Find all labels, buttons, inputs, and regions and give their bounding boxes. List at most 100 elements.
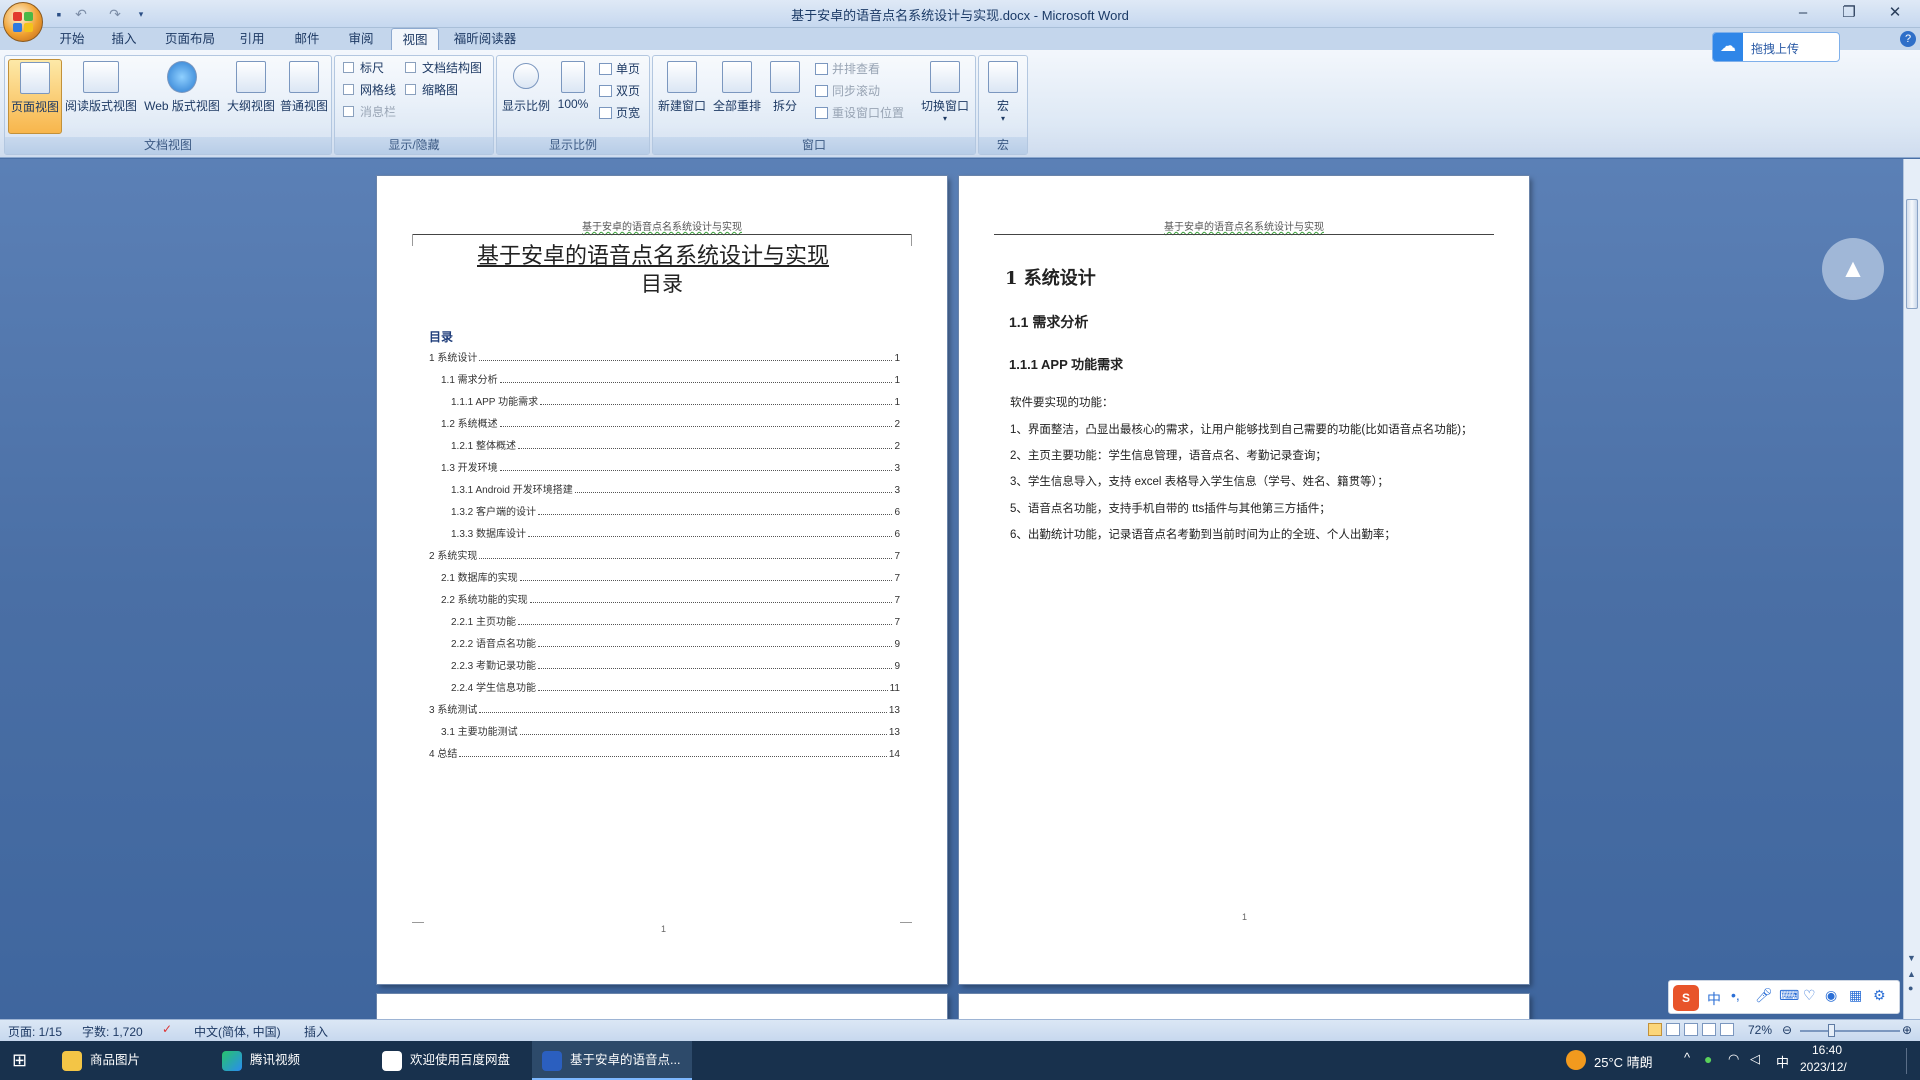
switch-window-button[interactable]: 切换窗口 ▾	[917, 59, 973, 134]
baidu-upload-button[interactable]: ☁ 拖拽上传	[1712, 32, 1840, 62]
taskbar-item-baidu-netdisk[interactable]: 欢迎使用百度网盘	[372, 1041, 527, 1080]
close-button[interactable]: ✕	[1872, 0, 1918, 26]
reset-window-button[interactable]: 重设窗口位置	[815, 103, 904, 123]
game-icon[interactable]: ◉	[1825, 987, 1837, 1004]
floating-assistant-icon[interactable]: ▲	[1822, 238, 1884, 300]
help-icon[interactable]: ?	[1900, 31, 1916, 47]
web-layout-button[interactable]: Web 版式视图	[140, 59, 224, 134]
reading-shortcut-icon[interactable]	[1666, 1023, 1680, 1036]
minimize-button[interactable]: –	[1780, 0, 1826, 26]
windows-start-icon[interactable]: ⊞	[12, 1050, 27, 1071]
toc-entry[interactable]: 1.3.2 客户端的设计 6	[451, 504, 900, 518]
zoom-slider-thumb[interactable]	[1828, 1024, 1835, 1037]
zoom-button[interactable]: 显示比例	[501, 59, 551, 134]
skin-icon[interactable]: ♡	[1803, 987, 1816, 1004]
zoom-100-button[interactable]: 100%	[553, 59, 593, 134]
tab-review[interactable]: 审阅	[337, 28, 385, 50]
split-button[interactable]: 拆分	[765, 59, 805, 134]
outline-shortcut-icon[interactable]	[1702, 1023, 1716, 1036]
zoom-slider[interactable]	[1800, 1030, 1900, 1032]
two-pages-button[interactable]: 双页	[599, 81, 640, 101]
volume-icon[interactable]: ◁	[1750, 1051, 1760, 1067]
page-count[interactable]: 页面: 1/15	[8, 1023, 62, 1040]
prev-page-icon[interactable]: ▲	[1907, 969, 1916, 979]
weather-sun-icon[interactable]	[1566, 1050, 1586, 1070]
toolbox-icon[interactable]: ▦	[1849, 987, 1862, 1004]
print-layout-button[interactable]: 页面视图	[8, 59, 62, 134]
toc-entry[interactable]: 1.2 系统概述 2	[441, 416, 900, 430]
tray-ime-indicator[interactable]: 中	[1776, 1052, 1789, 1071]
tab-home[interactable]: 开始	[48, 28, 96, 50]
scroll-down-icon[interactable]: ▼	[1907, 953, 1916, 963]
clock-time[interactable]: 16:40	[1812, 1043, 1842, 1057]
ime-toolbar[interactable]: S 中 •, 🎤︎ ⌨ ♡ ◉ ▦ ⚙	[1668, 980, 1900, 1014]
tab-view[interactable]: 视图	[391, 28, 439, 50]
toc-entry[interactable]: 1.2.1 整体概述 2	[451, 438, 900, 452]
toc-entry[interactable]: 1.1 需求分析 1	[441, 372, 900, 386]
toc-entry[interactable]: 2.2.2 语音点名功能 9	[451, 636, 900, 650]
browse-object-icon[interactable]: ●	[1908, 983, 1913, 993]
restore-button[interactable]: ❐	[1826, 0, 1872, 26]
taskbar-item-explorer[interactable]: 商品图片	[52, 1041, 207, 1080]
ime-mode[interactable]: 中	[1707, 989, 1721, 1009]
clock-date[interactable]: 2023/12/	[1800, 1060, 1847, 1074]
document-page-3[interactable]	[377, 994, 947, 1019]
proofing-icon[interactable]: ✓	[162, 1022, 172, 1036]
show-desktop-button[interactable]	[1906, 1048, 1918, 1074]
toc-entry[interactable]: 1.1.1 APP 功能需求 1	[451, 394, 900, 408]
page-width-button[interactable]: 页宽	[599, 103, 640, 123]
toc-entry[interactable]: 1 系统设计 1	[429, 350, 900, 364]
outline-button[interactable]: 大纲视图	[223, 59, 279, 134]
toc-entry[interactable]: 1.3 开发环境 3	[441, 460, 900, 474]
document-page-2[interactable]: 基于安卓的语音点名系统设计与实现 1 系统设计 1.1 需求分析 1.1.1 A…	[959, 176, 1529, 984]
toc-entry[interactable]: 2.2.1 主页功能 7	[451, 614, 900, 628]
punctuation-icon[interactable]: •,	[1731, 987, 1740, 1003]
microphone-icon[interactable]: 🎤︎	[1755, 987, 1773, 1004]
gridlines-checkbox[interactable]: 网格线	[343, 81, 396, 99]
toc-entry[interactable]: 2.1 数据库的实现 7	[441, 570, 900, 584]
macros-button[interactable]: 宏 ▾	[983, 59, 1023, 134]
language-indicator[interactable]: 中文(简体, 中国)	[194, 1023, 281, 1040]
one-page-button[interactable]: 单页	[599, 59, 640, 79]
network-icon[interactable]: ◠	[1728, 1051, 1739, 1067]
word-count[interactable]: 字数: 1,720	[82, 1023, 143, 1040]
settings-icon[interactable]: ⚙	[1873, 987, 1886, 1004]
taskbar-item-tencent-video[interactable]: 腾讯视频	[212, 1041, 367, 1080]
toc-entry[interactable]: 2.2.4 学生信息功能 11	[451, 680, 900, 694]
wechat-icon[interactable]: ●	[1704, 1051, 1712, 1067]
thumbnails-checkbox[interactable]: 缩略图	[405, 81, 458, 99]
new-window-button[interactable]: 新建窗口	[656, 59, 708, 134]
toc-entry[interactable]: 2.2.3 考勤记录功能 9	[451, 658, 900, 672]
draft-button[interactable]: 普通视图	[277, 59, 331, 134]
ruler-checkbox[interactable]: 标尺	[343, 59, 384, 77]
document-page-1[interactable]: 基于安卓的语音点名系统设计与实现 基于安卓的语音点名系统设计与实现 目录 目录 …	[377, 176, 947, 984]
zoom-out-icon[interactable]: ⊖	[1782, 1023, 1792, 1037]
keyboard-icon[interactable]: ⌨	[1779, 987, 1799, 1004]
toc-entry[interactable]: 1.3.1 Android 开发环境搭建 3	[451, 482, 900, 496]
zoom-in-icon[interactable]: ⊕	[1902, 1023, 1912, 1037]
zoom-level[interactable]: 72%	[1748, 1023, 1772, 1037]
insert-mode[interactable]: 插入	[304, 1023, 328, 1040]
toc-entry[interactable]: 1.3.3 数据库设计 6	[451, 526, 900, 540]
draft-shortcut-icon[interactable]	[1720, 1023, 1734, 1036]
tab-mailings[interactable]: 邮件	[283, 28, 331, 50]
toc-entry[interactable]: 2.2 系统功能的实现 7	[441, 592, 900, 606]
side-by-side-button[interactable]: 并排查看	[815, 59, 880, 79]
vertical-scrollbar[interactable]: ▼ ▲ ●	[1903, 159, 1920, 1019]
document-page-4[interactable]	[959, 994, 1529, 1019]
tray-expand-icon[interactable]: ^	[1684, 1050, 1690, 1065]
tab-references[interactable]: 引用	[228, 28, 276, 50]
sync-scroll-button[interactable]: 同步滚动	[815, 81, 880, 101]
office-button[interactable]	[3, 2, 43, 42]
reading-layout-button[interactable]: 阅读版式视图	[64, 59, 138, 134]
web-shortcut-icon[interactable]	[1684, 1023, 1698, 1036]
toc-entry[interactable]: 3 系统测试 13	[429, 702, 900, 716]
document-map-checkbox[interactable]: 文档结构图	[405, 59, 482, 77]
tab-insert[interactable]: 插入	[100, 28, 148, 50]
print-layout-shortcut-icon[interactable]	[1648, 1023, 1662, 1036]
scrollbar-thumb[interactable]	[1906, 199, 1918, 309]
tab-page-layout[interactable]: 页面布局	[155, 28, 225, 50]
taskbar-item-word[interactable]: 基于安卓的语音点...	[532, 1041, 692, 1080]
toc-entry[interactable]: 2 系统实现 7	[429, 548, 900, 562]
message-bar-checkbox[interactable]: 消息栏	[343, 103, 396, 121]
